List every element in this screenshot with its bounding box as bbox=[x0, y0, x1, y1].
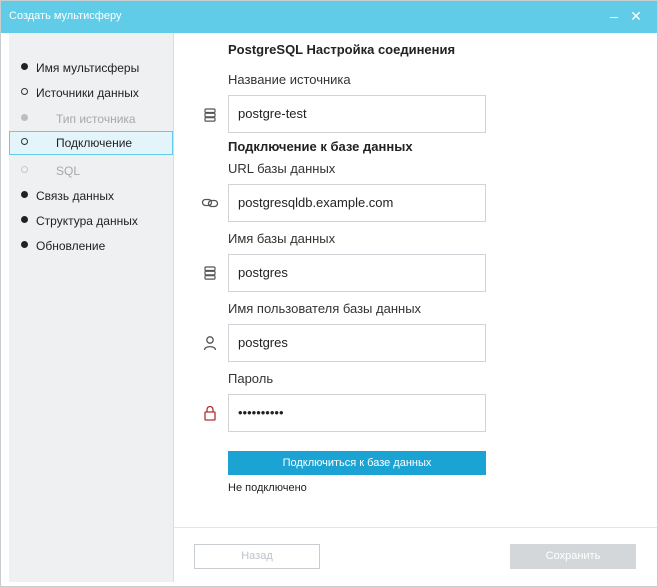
database-icon bbox=[201, 264, 219, 282]
user-icon bbox=[201, 334, 219, 352]
step-done-dot bbox=[21, 63, 28, 70]
step-multisphere-name[interactable]: Имя мультисферы bbox=[9, 56, 173, 80]
db-name-label: Имя базы данных bbox=[228, 231, 336, 246]
step-done-dot bbox=[21, 216, 28, 223]
db-url-input[interactable]: postgresqldb.example.com bbox=[228, 184, 486, 222]
link-icon bbox=[201, 194, 219, 212]
title-bar: Создать мультисферу – ✕ bbox=[1, 1, 657, 33]
step-active-dot bbox=[21, 138, 28, 145]
database-icon bbox=[201, 106, 219, 124]
step-current-dot bbox=[21, 88, 28, 95]
step-sql: SQL bbox=[9, 159, 173, 183]
save-button[interactable]: Сохранить bbox=[510, 544, 636, 569]
step-connection[interactable]: Подключение bbox=[9, 131, 173, 155]
db-user-label: Имя пользователя базы данных bbox=[228, 301, 422, 316]
step-label: Подключение bbox=[56, 136, 133, 150]
lock-icon bbox=[201, 404, 219, 422]
window-title: Создать мультисферу bbox=[9, 10, 122, 22]
source-name-label: Название источника bbox=[228, 72, 351, 87]
step-label: Структура данных bbox=[36, 214, 138, 228]
step-label: SQL bbox=[56, 164, 81, 178]
connection-status: Не подключено bbox=[228, 482, 307, 494]
sidebar-divider bbox=[173, 33, 174, 582]
step-label: Имя мультисферы bbox=[36, 61, 140, 75]
minimize-button[interactable]: – bbox=[605, 7, 623, 25]
step-disabled-dot bbox=[21, 114, 28, 121]
step-data-sources[interactable]: Источники данных bbox=[9, 81, 173, 105]
step-done-dot bbox=[21, 191, 28, 198]
db-user-input[interactable]: postgres bbox=[228, 324, 486, 362]
step-label: Обновление bbox=[36, 239, 106, 253]
db-name-input[interactable]: postgres bbox=[228, 254, 486, 292]
step-label: Источники данных bbox=[36, 86, 139, 100]
back-button[interactable]: Назад bbox=[194, 544, 320, 569]
step-data-structure[interactable]: Структура данных bbox=[9, 209, 173, 233]
close-button[interactable]: ✕ bbox=[627, 7, 645, 25]
source-name-input[interactable]: postgre-test bbox=[228, 95, 486, 133]
password-label: Пароль bbox=[228, 371, 274, 386]
step-disabled-dot bbox=[21, 166, 28, 173]
step-label: Тип источника bbox=[56, 112, 136, 126]
wizard-steps-sidebar: Имя мультисферы Источники данных Тип ист… bbox=[9, 33, 173, 582]
form-title: PostgreSQL Настройка соединения bbox=[228, 42, 456, 57]
step-update[interactable]: Обновление bbox=[9, 234, 173, 258]
step-label: Связь данных bbox=[36, 189, 115, 203]
create-multisphere-dialog: Создать мультисферу – ✕ Имя мультисферы … bbox=[0, 0, 658, 587]
password-input[interactable]: •••••••••• bbox=[228, 394, 486, 432]
db-url-label: URL базы данных bbox=[228, 161, 336, 176]
connect-to-database-button[interactable]: Подключиться к базе данных bbox=[228, 451, 486, 475]
step-data-link[interactable]: Связь данных bbox=[9, 184, 173, 208]
step-source-type: Тип источника bbox=[9, 107, 173, 131]
db-section-title: Подключение к базе данных bbox=[228, 139, 413, 154]
footer-divider bbox=[174, 527, 657, 528]
step-done-dot bbox=[21, 241, 28, 248]
